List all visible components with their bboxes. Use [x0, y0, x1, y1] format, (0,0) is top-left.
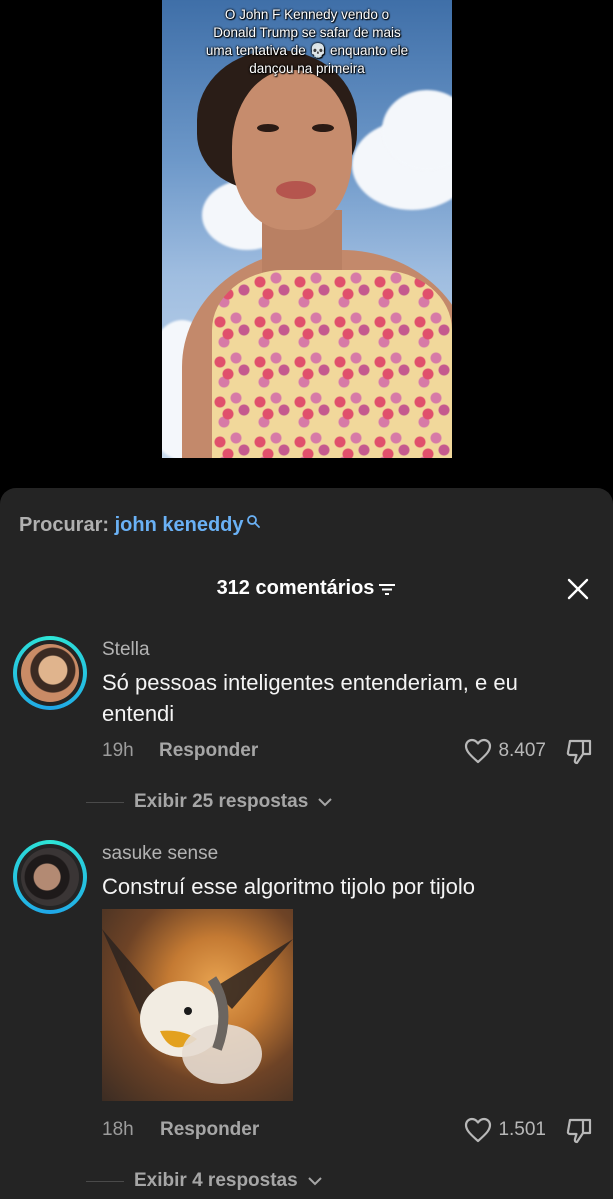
avatar-image — [21, 848, 79, 906]
reply-button[interactable]: Responder — [159, 740, 258, 762]
divider — [86, 1180, 124, 1182]
eagle-image — [102, 929, 293, 1084]
like-count: 1.501 — [498, 1119, 546, 1140]
comment-time: 19h — [102, 740, 134, 761]
person-eye — [257, 124, 279, 132]
search-suggestion[interactable]: Procurar: john keneddy — [19, 514, 260, 537]
comments-sheet: Procurar: john keneddy 312 comentários S… — [0, 488, 613, 1199]
person-face — [232, 70, 352, 230]
divider — [86, 801, 124, 803]
dislike-icon[interactable] — [565, 738, 593, 766]
view-replies-button[interactable]: Exibir 25 respostas — [86, 791, 332, 813]
filter-icon[interactable] — [378, 582, 396, 596]
comment-username[interactable]: Stella — [102, 639, 150, 661]
like-count: 8.407 — [498, 740, 546, 761]
search-prefix: Procurar: — [19, 514, 110, 536]
heart-icon — [465, 1117, 492, 1143]
view-replies-label: Exibir 25 respostas — [134, 791, 309, 812]
view-replies-button[interactable]: Exibir 4 respostas — [86, 1170, 322, 1192]
person-lips — [276, 181, 316, 199]
video-frame[interactable]: O John F Kennedy vendo o Donald Trump se… — [162, 0, 452, 458]
search-term-link[interactable]: john keneddy — [115, 514, 244, 536]
floral-dress — [212, 270, 452, 458]
video-player[interactable]: O John F Kennedy vendo o Donald Trump se… — [0, 0, 613, 488]
close-icon[interactable] — [565, 576, 591, 602]
dislike-icon[interactable] — [565, 1117, 593, 1145]
comment-time: 18h — [102, 1119, 134, 1140]
avatar-image — [21, 644, 79, 702]
like-button[interactable]: 1.501 — [464, 1117, 546, 1143]
heart-icon — [465, 738, 492, 764]
view-replies-label: Exibir 4 respostas — [134, 1170, 298, 1191]
chevron-down-icon — [318, 797, 332, 806]
person-eye — [312, 124, 334, 132]
comment-count-label: 312 comentários — [216, 577, 375, 599]
like-button[interactable]: 8.407 — [464, 738, 546, 764]
comment-text: Só pessoas inteligentes entenderiam, e e… — [102, 670, 518, 726]
avatar[interactable] — [13, 636, 87, 710]
comment-username[interactable]: sasuke sense — [102, 843, 218, 865]
comment-count: 312 comentários — [0, 577, 613, 600]
avatar[interactable] — [13, 840, 87, 914]
chevron-down-icon — [307, 1176, 322, 1185]
reply-button[interactable]: Responder — [160, 1119, 259, 1141]
comment-text: Construí esse algoritmo tijolo por tijol… — [102, 874, 475, 899]
search-icon — [246, 515, 260, 528]
comments-header: 312 comentários — [0, 573, 613, 605]
video-caption: O John F Kennedy vendo o Donald Trump se… — [205, 7, 409, 76]
comment-sticker-image[interactable] — [102, 909, 293, 1101]
